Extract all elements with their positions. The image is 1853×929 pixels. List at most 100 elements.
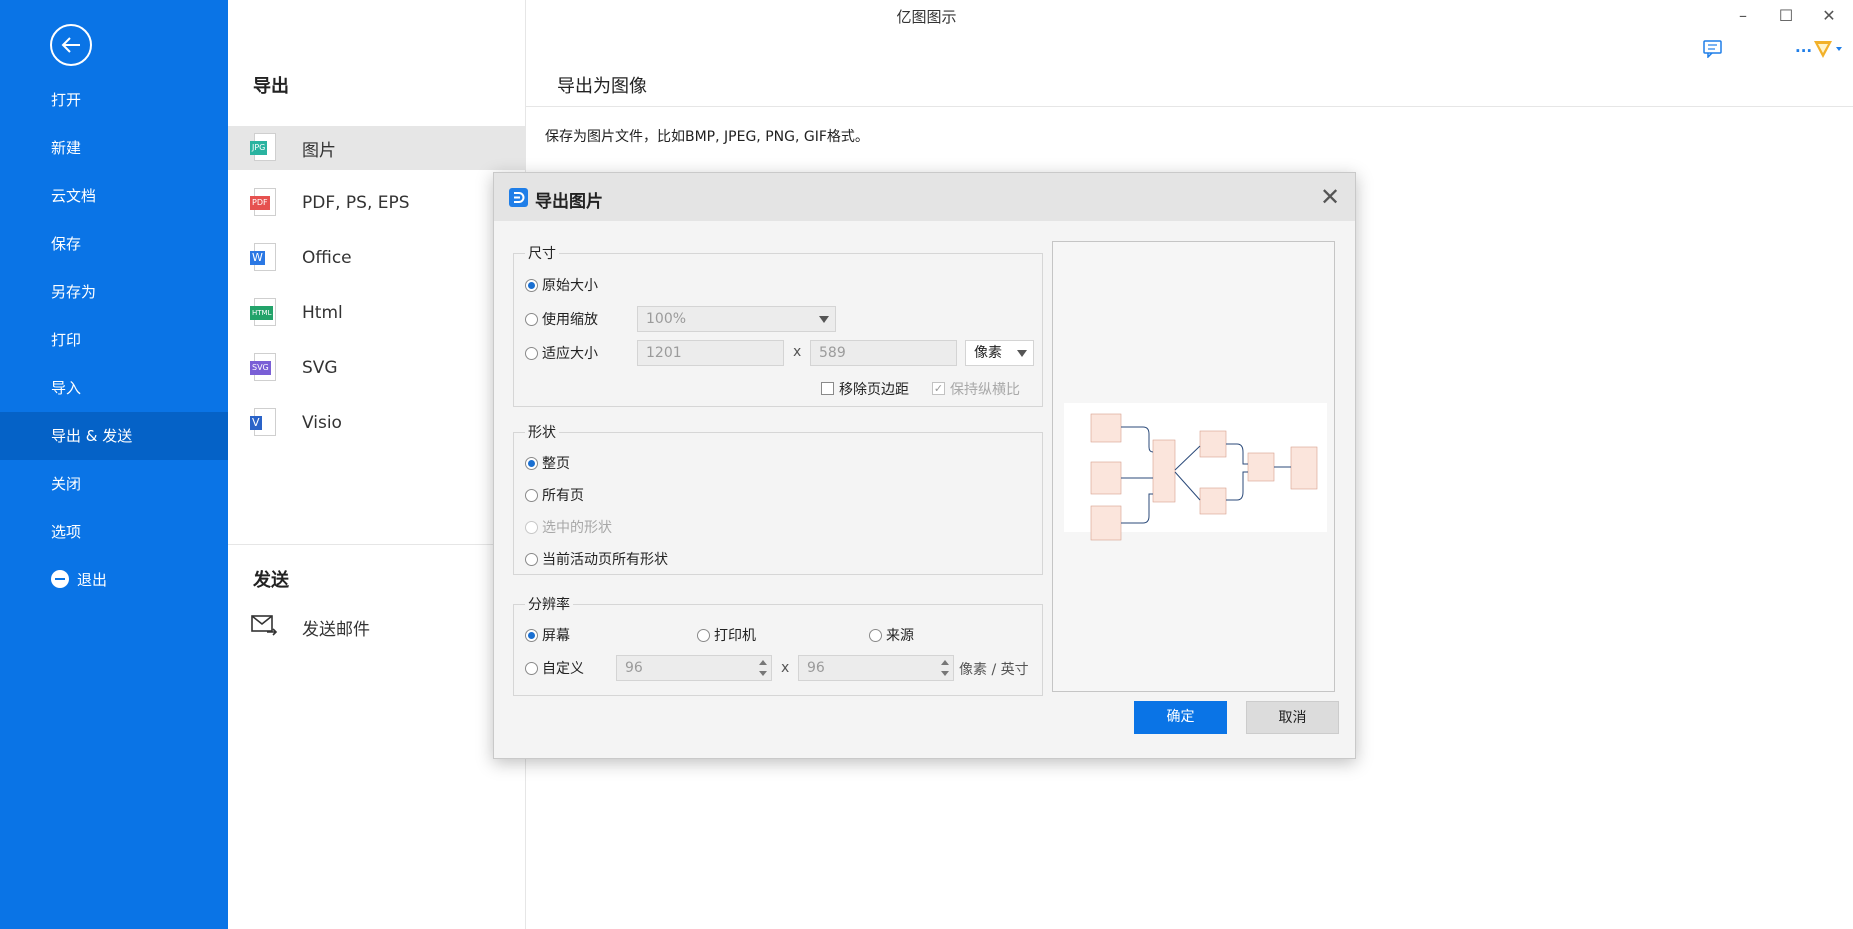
- whole-page-label: 整页: [542, 456, 570, 472]
- dialog-title: 导出图片: [535, 192, 603, 212]
- use-scale-label: 使用缩放: [542, 312, 598, 328]
- selected-shapes-label: 选中的形状: [542, 520, 612, 536]
- chevron-down-icon: [819, 316, 829, 323]
- format-item-visio[interactable]: V Visio: [228, 401, 526, 445]
- size-legend: 尺寸: [528, 246, 556, 262]
- height-input[interactable]: 589: [810, 340, 957, 366]
- spin-down-icon: [941, 671, 949, 676]
- format-item-image[interactable]: JPG 图片: [228, 126, 526, 170]
- unit-select[interactable]: 像素: [965, 340, 1034, 366]
- sidebar-item-open[interactable]: 打开: [0, 76, 228, 124]
- right-panel-title: 导出为图像: [557, 76, 647, 97]
- ok-button[interactable]: 确定: [1134, 701, 1227, 734]
- preview-area: [1052, 241, 1335, 692]
- email-icon: [250, 612, 278, 642]
- sidebar-item-close[interactable]: 关闭: [0, 460, 228, 508]
- shape-legend: 形状: [528, 425, 556, 441]
- size-x-label: x: [793, 344, 802, 360]
- sidebar-item-export-send[interactable]: 导出 & 发送: [0, 412, 228, 460]
- custom-label: 自定义: [542, 661, 584, 677]
- selected-shapes-radio[interactable]: [525, 521, 538, 534]
- fit-size-label: 适应大小: [542, 346, 598, 362]
- resolution-group: 分辨率: [513, 594, 1043, 696]
- screen-label: 屏幕: [542, 628, 570, 644]
- format-item-office[interactable]: W Office: [228, 236, 526, 280]
- format-label: Visio: [302, 413, 342, 433]
- printer-radio[interactable]: [697, 629, 710, 642]
- dialog-header: [494, 173, 1355, 221]
- format-label: Office: [302, 248, 352, 268]
- format-item-svg[interactable]: SVG SVG: [228, 346, 526, 390]
- printer-label: 打印机: [714, 628, 756, 644]
- remove-margin-label: 移除页边距: [839, 382, 909, 398]
- all-pages-radio[interactable]: [525, 489, 538, 502]
- export-title: 导出: [253, 76, 289, 97]
- close-window-button[interactable]: ✕: [1814, 4, 1844, 28]
- spin-down-icon: [759, 671, 767, 676]
- html-file-icon: HTML: [250, 298, 278, 328]
- format-label: PDF, PS, EPS: [302, 193, 410, 213]
- word-file-icon: W: [250, 243, 278, 273]
- back-button[interactable]: [50, 24, 92, 66]
- dpi-y-input[interactable]: 96: [798, 655, 954, 681]
- format-label: SVG: [302, 358, 338, 378]
- dpi-unit-label: 像素 / 英寸: [959, 662, 1029, 678]
- sidebar-item-print[interactable]: 打印: [0, 316, 228, 364]
- sidebar-item-save[interactable]: 保存: [0, 220, 228, 268]
- dialog-close-button[interactable]: ✕: [1317, 183, 1343, 211]
- spin-up-icon: [941, 660, 949, 665]
- more-button[interactable]: ...: [1795, 38, 1812, 56]
- custom-radio[interactable]: [525, 662, 538, 675]
- dpi-x-input[interactable]: 96: [616, 655, 772, 681]
- minimize-button[interactable]: –: [1728, 4, 1758, 28]
- whole-page-radio[interactable]: [525, 457, 538, 470]
- diagram-thumbnail: [1064, 403, 1327, 541]
- format-item-html[interactable]: HTML Html: [228, 291, 526, 335]
- pdf-file-icon: PDF: [250, 188, 278, 218]
- export-image-dialog: 导出图片 ✕ 尺寸 原始大小 使用缩放 100% 适应大小 1201 x 589…: [493, 172, 1356, 759]
- sidebar-item-import[interactable]: 导入: [0, 364, 228, 412]
- sidebar-item-label: 退出: [77, 571, 108, 589]
- sidebar-item-cloud-docs[interactable]: 云文档: [0, 172, 228, 220]
- maximize-button[interactable]: ☐: [1771, 4, 1801, 28]
- jpg-file-icon: JPG: [250, 133, 278, 163]
- original-size-radio[interactable]: [525, 279, 538, 292]
- sidebar-item-new[interactable]: 新建: [0, 124, 228, 172]
- chevron-down-icon: [1017, 350, 1027, 357]
- send-title: 发送: [253, 570, 289, 591]
- current-page-shapes-label: 当前活动页所有形状: [542, 552, 668, 568]
- exit-icon: [51, 569, 69, 588]
- source-label: 来源: [886, 628, 914, 644]
- current-page-shapes-radio[interactable]: [525, 553, 538, 566]
- sidebar-item-options[interactable]: 选项: [0, 508, 228, 556]
- format-item-pdf[interactable]: PDF PDF, PS, EPS: [228, 181, 526, 225]
- screen-radio[interactable]: [525, 629, 538, 642]
- svg-file-icon: SVG: [250, 353, 278, 383]
- cancel-button[interactable]: 取消: [1246, 701, 1339, 734]
- back-arrow-icon: [61, 37, 80, 53]
- format-label: Html: [302, 303, 343, 323]
- scale-select[interactable]: 100%: [637, 306, 836, 332]
- use-scale-radio[interactable]: [525, 313, 538, 326]
- vip-badge-icon[interactable]: [1812, 38, 1844, 64]
- width-input[interactable]: 1201: [637, 340, 784, 366]
- app-logo-icon: [509, 188, 528, 207]
- sidebar-item-exit[interactable]: 退出: [0, 556, 228, 604]
- keep-ratio-checkbox[interactable]: ✓: [932, 382, 945, 395]
- sidebar-item-save-as[interactable]: 另存为: [0, 268, 228, 316]
- source-radio[interactable]: [869, 629, 882, 642]
- divider: [526, 106, 1853, 107]
- remove-margin-checkbox[interactable]: [821, 382, 834, 395]
- send-label: 发送邮件: [302, 619, 370, 640]
- send-item-email[interactable]: 发送邮件: [228, 605, 526, 649]
- dpi-x-label: x: [781, 660, 790, 676]
- spin-up-icon: [759, 660, 767, 665]
- keep-ratio-label: 保持纵横比: [950, 382, 1020, 398]
- divider: [228, 544, 526, 545]
- comment-icon[interactable]: [1703, 40, 1723, 62]
- fit-size-radio[interactable]: [525, 347, 538, 360]
- sidebar: 打开 新建 云文档 保存 另存为 打印 导入 导出 & 发送 关闭 选项 退出: [0, 0, 228, 929]
- all-pages-label: 所有页: [542, 488, 584, 504]
- original-size-label: 原始大小: [542, 278, 598, 294]
- format-label: 图片: [302, 140, 336, 161]
